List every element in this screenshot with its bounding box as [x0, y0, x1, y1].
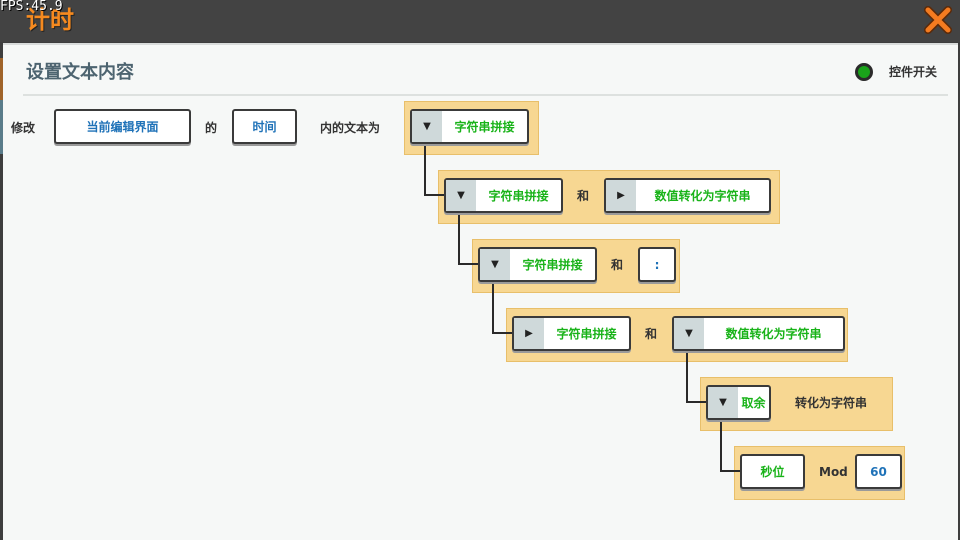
chevron-down-icon[interactable]: ▼ — [674, 318, 704, 349]
chevron-down-icon[interactable]: ▼ — [446, 180, 476, 211]
chevron-right-icon[interactable]: ▶ — [606, 180, 636, 211]
mod-value-field[interactable]: 60 — [855, 454, 902, 489]
chevron-down-icon[interactable]: ▼ — [412, 111, 442, 142]
control-toggle[interactable] — [855, 63, 873, 81]
close-icon[interactable] — [922, 4, 954, 36]
mod-operator-label: Mod — [819, 465, 848, 479]
concat-block[interactable]: ▼ 字符串拼接 — [478, 247, 597, 282]
block-label: 字符串拼接 — [488, 189, 549, 203]
seconds-variable-block[interactable]: 秒位 — [740, 454, 805, 489]
concat-block[interactable]: ▶ 字符串拼接 — [512, 316, 631, 351]
colon-field[interactable]: : — [638, 247, 676, 282]
block-label: 字符串拼接 — [454, 120, 515, 134]
and-label: 和 — [577, 189, 590, 203]
num-to-string-block[interactable]: ▶ 数值转化为字符串 — [604, 178, 771, 213]
chevron-right-icon[interactable]: ▶ — [514, 318, 544, 349]
chevron-down-icon[interactable]: ▼ — [480, 249, 510, 280]
and-label: 和 — [645, 327, 658, 341]
modify-label: 修改 — [11, 121, 36, 135]
and-label: 和 — [611, 258, 624, 272]
connector-line — [458, 213, 478, 265]
element-selector[interactable]: 时间 — [232, 109, 297, 144]
block-label: 取余 — [741, 396, 766, 410]
block-label: 数值转化为字符串 — [654, 189, 751, 203]
panel-title: 设置文本内容 — [26, 62, 134, 83]
fps-counter: FPS:45.9 — [0, 0, 63, 14]
divider — [23, 94, 948, 96]
to-string-label: 转化为字符串 — [795, 396, 868, 410]
text-to-label: 内的文本为 — [320, 121, 381, 135]
connector-line — [492, 282, 512, 334]
title-bar — [0, 0, 960, 42]
chevron-down-icon[interactable]: ▼ — [708, 387, 738, 418]
connector-line — [686, 351, 706, 403]
connector-line — [424, 144, 444, 196]
concat-block[interactable]: ▼ 字符串拼接 — [444, 178, 563, 213]
mod-block[interactable]: ▼ 取余 — [706, 385, 771, 420]
num-to-string-block[interactable]: ▼ 数值转化为字符串 — [672, 316, 845, 351]
ui-selector[interactable]: 当前编辑界面 — [54, 109, 191, 144]
control-toggle-label: 控件开关 — [889, 65, 938, 79]
concat-block[interactable]: ▼ 字符串拼接 — [410, 109, 529, 144]
block-label: 字符串拼接 — [556, 327, 617, 341]
connector-line — [720, 420, 740, 472]
block-label: 数值转化为字符串 — [725, 327, 822, 341]
block-label: 字符串拼接 — [522, 258, 583, 272]
block-label: 秒位 — [760, 465, 785, 479]
of-label: 的 — [205, 121, 218, 135]
